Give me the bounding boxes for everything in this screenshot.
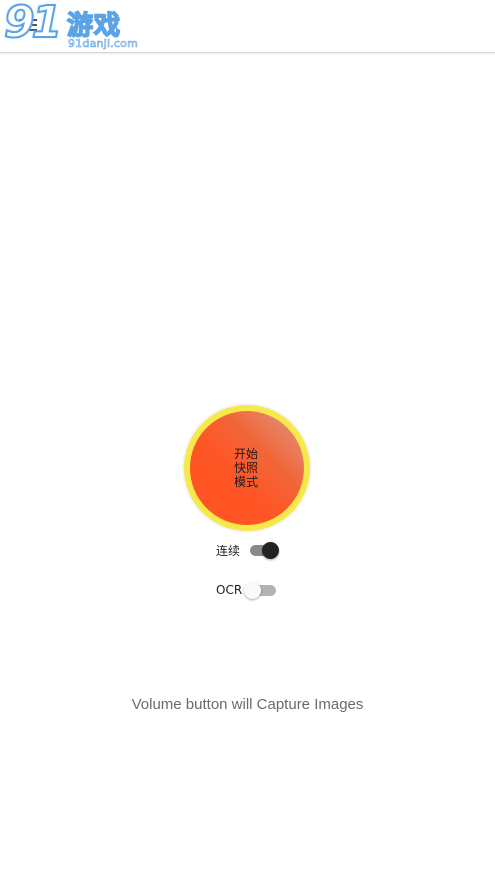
- site-watermark-logo: 91 游戏 91danji.com: [3, 0, 138, 53]
- start-snapshot-button[interactable]: 开始快照模式: [190, 411, 304, 525]
- watermark-number: 91: [3, 0, 63, 49]
- continuous-switch-thumb: [262, 542, 280, 559]
- continuous-toggle-row: 连续: [216, 538, 280, 562]
- watermark-domain: 91danji.com: [68, 37, 138, 51]
- continuous-switch[interactable]: [248, 540, 280, 560]
- ocr-switch-thumb: [244, 582, 262, 599]
- continuous-label: 连续: [216, 543, 241, 558]
- capture-button-ring: 开始快照模式: [184, 405, 310, 531]
- app-bar: 91 游戏 91danji.com: [0, 0, 495, 53]
- ocr-label: OCR: [216, 583, 243, 597]
- capture-button-label: 开始快照模式: [233, 447, 258, 489]
- volume-capture-hint: Volume button will Capture Images: [131, 696, 364, 713]
- ocr-toggle-row: OCR: [216, 578, 277, 602]
- ocr-switch[interactable]: [244, 580, 277, 600]
